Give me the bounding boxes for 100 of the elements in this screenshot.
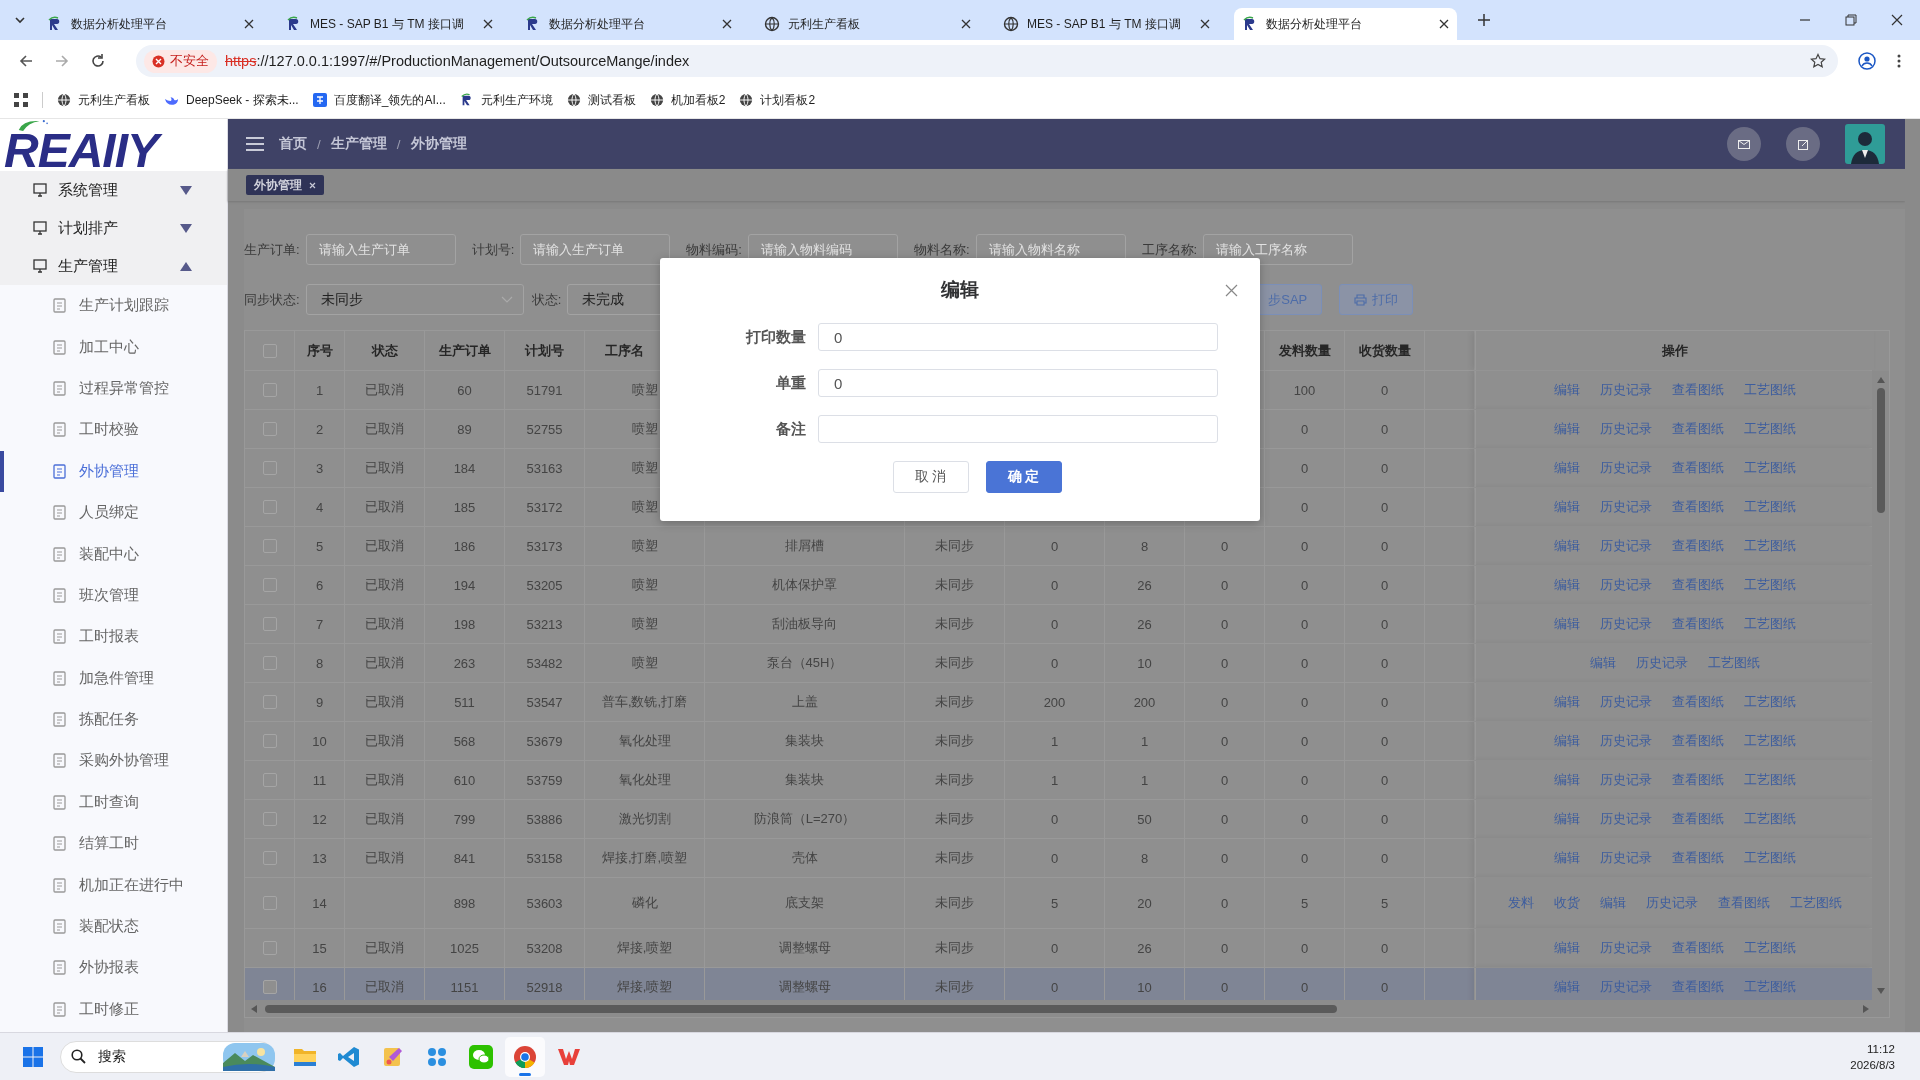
address-bar[interactable]: 不安全 https://127.0.0.1:1997/#/ProductionManagement/OutsourceMange/index — [136, 45, 1838, 77]
action-link[interactable]: 工艺图纸 — [1744, 939, 1796, 957]
dialog-button[interactable]: 取 消 — [892, 461, 969, 493]
menu-item[interactable]: 加急件管理 — [0, 657, 227, 699]
action-link[interactable]: 工艺图纸 — [1744, 537, 1796, 555]
action-link[interactable]: 编辑 — [1554, 939, 1580, 957]
breadcrumb-item[interactable]: 首页 — [279, 135, 307, 153]
action-link[interactable]: 查看图纸 — [1672, 939, 1724, 957]
action-link[interactable]: 历史记录 — [1600, 420, 1652, 438]
action-link[interactable]: 历史记录 — [1600, 537, 1652, 555]
action-link[interactable]: 编辑 — [1590, 654, 1616, 672]
breadcrumb-item[interactable]: 外协管理 — [410, 135, 467, 153]
bookmark[interactable]: 机加看板2 — [649, 91, 726, 109]
filter-input[interactable]: 请输入生产订单 — [520, 234, 671, 265]
menu-item[interactable]: 外协管理 — [0, 450, 227, 492]
action-link[interactable]: 编辑 — [1554, 978, 1580, 996]
action-link[interactable]: 查看图纸 — [1672, 537, 1724, 555]
menu-item[interactable]: 加工中心 — [0, 326, 227, 368]
bookmark[interactable]: 计划看板2 — [739, 91, 816, 109]
browser-tab[interactable]: MES - SAP B1 与 TM 接口调 — [278, 8, 501, 40]
action-link[interactable]: 收货 — [1554, 894, 1580, 912]
input-field[interactable]: 0 — [818, 323, 1218, 351]
action-link[interactable]: 工艺图纸 — [1744, 498, 1796, 516]
menu-item[interactable]: 工时修正 — [0, 988, 227, 1031]
action-link[interactable]: 历史记录 — [1600, 810, 1652, 828]
menu-item[interactable]: 人员绑定 — [0, 491, 227, 534]
breadcrumb-item[interactable]: 生产管理 — [330, 135, 387, 153]
action-link[interactable]: 编辑 — [1554, 615, 1580, 633]
menu-item[interactable]: 外协报表 — [0, 947, 227, 989]
action-link[interactable]: 历史记录 — [1600, 576, 1652, 594]
action-link[interactable]: 历史记录 — [1600, 459, 1652, 477]
menu-item[interactable]: 班次管理 — [0, 574, 227, 617]
action-link[interactable]: 查看图纸 — [1672, 459, 1724, 477]
action-link[interactable]: 工艺图纸 — [1744, 810, 1796, 828]
action-link[interactable]: 编辑 — [1554, 498, 1580, 516]
browser-tab[interactable]: 元利生产看板 — [756, 8, 979, 40]
table-row[interactable]: 6 已取消 194 53205 喷塑 机体保护罩 未同步 0 26 0 0 0 编辑 历史记录 查看图纸 工艺图纸 — [245, 566, 1872, 605]
browser-tab[interactable]: 数据分析处理平台 — [39, 8, 262, 40]
action-link[interactable]: 编辑 — [1554, 732, 1580, 750]
action-link[interactable]: 工艺图纸 — [1744, 771, 1796, 789]
menu-item[interactable]: 过程异常管控 — [0, 367, 227, 410]
action-link[interactable]: 查看图纸 — [1672, 615, 1724, 633]
action-link[interactable]: 历史记录 — [1636, 654, 1688, 672]
menu-group[interactable]: 生产管理 — [0, 247, 227, 285]
menu-item[interactable]: 装配中心 — [0, 533, 227, 575]
action-link[interactable]: 查看图纸 — [1672, 771, 1724, 789]
table-row[interactable]: 7 已取消 198 53213 喷塑 刮油板导向 未同步 0 26 0 0 0 编辑 历史记录 查看图纸 工艺图纸 — [245, 605, 1872, 644]
menu-item[interactable]: 机加正在进行中 — [0, 864, 227, 906]
bookmark[interactable]: DeepSeek - 探索未... — [164, 91, 299, 109]
action-link[interactable]: 工艺图纸 — [1744, 576, 1796, 594]
action-link[interactable]: 查看图纸 — [1672, 381, 1724, 399]
action-link[interactable]: 查看图纸 — [1672, 732, 1724, 750]
action-link[interactable]: 历史记录 — [1600, 978, 1652, 996]
action-link[interactable]: 工艺图纸 — [1744, 693, 1796, 711]
action-link[interactable]: 查看图纸 — [1672, 849, 1724, 867]
action-link[interactable]: 编辑 — [1600, 894, 1626, 912]
bookmark[interactable]: 元利生产环境 — [459, 91, 553, 109]
menu-item[interactable]: 工时校验 — [0, 409, 227, 451]
filter-input[interactable]: 请输入生产订单 — [305, 234, 456, 265]
action-link[interactable]: 历史记录 — [1600, 693, 1652, 711]
table-row[interactable]: 12 已取消 799 53886 激光切割 防浪筒（L=270） 未同步 0 50 0 0 0 编辑 历史记录 查看图纸 工艺图纸 — [245, 800, 1872, 839]
action-link[interactable]: 历史记录 — [1646, 894, 1698, 912]
action-link[interactable]: 编辑 — [1554, 810, 1580, 828]
action-link[interactable]: 编辑 — [1554, 693, 1580, 711]
bookmark[interactable]: 元利生产看板 — [57, 91, 150, 109]
menu-item[interactable]: 工时报表 — [0, 616, 227, 658]
action-link[interactable]: 工艺图纸 — [1744, 381, 1796, 399]
table-row[interactable]: 11 已取消 610 53759 氧化处理 集装块 未同步 1 1 0 0 0 编辑 历史记录 查看图纸 工艺图纸 — [245, 761, 1872, 800]
action-link[interactable]: 查看图纸 — [1718, 894, 1770, 912]
table-row[interactable]: 16 已取消 1151 52918 焊接,喷塑 调整螺母 未同步 0 10 0 0 0 编辑 历史记录 查看图纸 工艺图纸 — [245, 968, 1872, 1000]
action-link[interactable]: 编辑 — [1554, 537, 1580, 555]
menu-item[interactable]: 采购外协管理 — [0, 740, 227, 782]
action-link[interactable]: 查看图纸 — [1672, 693, 1724, 711]
action-link[interactable]: 编辑 — [1554, 771, 1580, 789]
browser-tab[interactable]: 数据分析处理平台 — [517, 8, 740, 40]
table-row[interactable]: 8 已取消 263 53482 喷塑 泵台（45H） 未同步 0 10 0 0 0 编辑 历史记录 工艺图纸 — [245, 644, 1872, 683]
action-link[interactable]: 查看图纸 — [1672, 420, 1724, 438]
table-row[interactable]: 9 已取消 511 53547 普车,数铣,打磨 上盖 未同步 200 200 0 0 0 编辑 历史记录 查看图纸 工艺图纸 — [245, 683, 1872, 722]
action-link[interactable]: 编辑 — [1554, 420, 1580, 438]
toolbar-button[interactable]: 打印 — [1339, 284, 1414, 315]
action-link[interactable]: 工艺图纸 — [1790, 894, 1842, 912]
action-link[interactable]: 历史记录 — [1600, 771, 1652, 789]
action-link[interactable]: 历史记录 — [1600, 939, 1652, 957]
table-row[interactable]: 5 已取消 186 53173 喷塑 排屑槽 未同步 0 8 0 0 0 编辑 历史记录 查看图纸 工艺图纸 — [245, 527, 1872, 566]
action-link[interactable]: 历史记录 — [1600, 498, 1652, 516]
browser-tab[interactable]: 数据分析处理平台 — [1234, 8, 1457, 40]
menu-item[interactable]: 装配状态 — [0, 905, 227, 948]
action-link[interactable]: 编辑 — [1554, 849, 1580, 867]
table-row[interactable]: 10 已取消 568 53679 氧化处理 集装块 未同步 1 1 0 0 0 编辑 历史记录 查看图纸 工艺图纸 — [245, 722, 1872, 761]
action-link[interactable]: 工艺图纸 — [1744, 978, 1796, 996]
action-link[interactable]: 历史记录 — [1600, 849, 1652, 867]
action-link[interactable]: 工艺图纸 — [1744, 849, 1796, 867]
action-link[interactable]: 查看图纸 — [1672, 978, 1724, 996]
action-link[interactable]: 发料 — [1508, 894, 1534, 912]
browser-tab[interactable]: MES - SAP B1 与 TM 接口调 — [995, 8, 1218, 40]
menu-item[interactable]: 生产计划跟踪 — [0, 285, 227, 327]
action-link[interactable]: 工艺图纸 — [1708, 654, 1760, 672]
action-link[interactable]: 工艺图纸 — [1744, 615, 1796, 633]
action-link[interactable]: 编辑 — [1554, 381, 1580, 399]
action-link[interactable]: 历史记录 — [1600, 381, 1652, 399]
